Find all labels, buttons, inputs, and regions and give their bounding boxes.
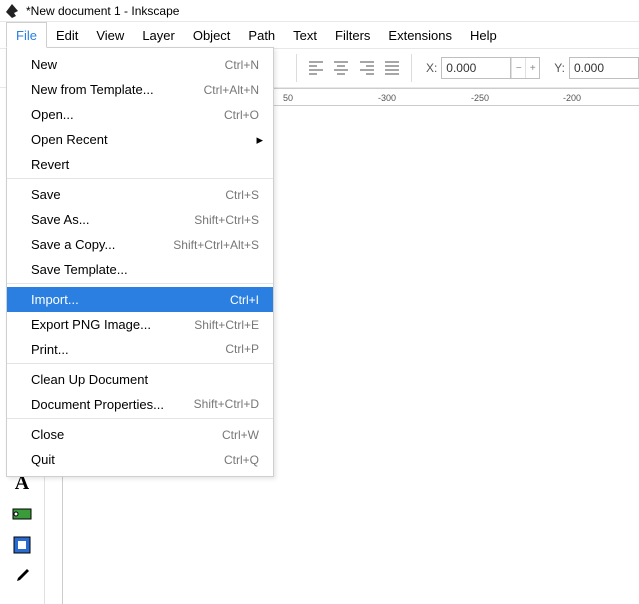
menu-item-accelerator: Shift+Ctrl+Alt+S bbox=[173, 238, 259, 252]
ruler-tick: 50 bbox=[283, 93, 293, 103]
align-center-button[interactable] bbox=[328, 54, 354, 82]
coord-x-label: X: bbox=[426, 61, 437, 75]
file-menu-item-clean-up-document[interactable]: Clean Up Document bbox=[7, 367, 273, 392]
menu-item-accelerator: Ctrl+Alt+N bbox=[204, 83, 259, 97]
menu-item-label: Close bbox=[31, 427, 222, 442]
plus-icon[interactable]: + bbox=[525, 58, 539, 78]
file-menu-item-close[interactable]: CloseCtrl+W bbox=[7, 422, 273, 447]
menu-extensions[interactable]: Extensions bbox=[379, 22, 461, 48]
file-menu-item-revert[interactable]: Revert bbox=[7, 152, 273, 179]
coord-x-input[interactable] bbox=[441, 57, 511, 79]
menu-item-accelerator: Ctrl+N bbox=[225, 58, 259, 72]
menu-item-label: Clean Up Document bbox=[31, 372, 259, 387]
file-menu-item-save[interactable]: SaveCtrl+S bbox=[7, 182, 273, 207]
file-menu-item-open-recent[interactable]: Open Recent▸ bbox=[7, 127, 273, 152]
align-right-button[interactable] bbox=[354, 54, 380, 82]
file-menu-item-new[interactable]: NewCtrl+N bbox=[7, 52, 273, 77]
coord-y-group: Y: bbox=[550, 57, 639, 79]
toolbar-separator bbox=[296, 54, 297, 82]
menu-object[interactable]: Object bbox=[184, 22, 240, 48]
menu-item-accelerator: Shift+Ctrl+S bbox=[194, 213, 259, 227]
window-title: *New document 1 - Inkscape bbox=[26, 4, 179, 18]
menu-view[interactable]: View bbox=[87, 22, 133, 48]
menu-item-label: Quit bbox=[31, 452, 224, 467]
toolbar-separator bbox=[411, 54, 412, 82]
menu-layer[interactable]: Layer bbox=[133, 22, 184, 48]
menu-item-label: Import... bbox=[31, 292, 230, 307]
menu-item-label: Save bbox=[31, 187, 225, 202]
menu-item-accelerator: Ctrl+W bbox=[222, 428, 259, 442]
menu-item-label: Open... bbox=[31, 107, 224, 122]
menu-item-label: Open Recent bbox=[31, 132, 259, 147]
gradient-tool[interactable] bbox=[3, 499, 41, 529]
menu-item-label: New bbox=[31, 57, 225, 72]
coord-y-input[interactable] bbox=[569, 57, 639, 79]
menu-item-accelerator: Ctrl+S bbox=[225, 188, 259, 202]
ruler-tick: -250 bbox=[471, 93, 489, 103]
menu-item-label: Save Template... bbox=[31, 262, 259, 277]
align-left-button[interactable] bbox=[303, 54, 329, 82]
menu-edit[interactable]: Edit bbox=[47, 22, 87, 48]
file-menu-item-save-as[interactable]: Save As...Shift+Ctrl+S bbox=[7, 207, 273, 232]
file-menu-item-export-png-image[interactable]: Export PNG Image...Shift+Ctrl+E bbox=[7, 312, 273, 337]
menu-item-accelerator: Ctrl+O bbox=[224, 108, 259, 122]
menu-item-label: Save a Copy... bbox=[31, 237, 173, 252]
file-menu-dropdown: NewCtrl+NNew from Template...Ctrl+Alt+NO… bbox=[6, 47, 274, 477]
menu-filters[interactable]: Filters bbox=[326, 22, 379, 48]
menu-item-accelerator: Shift+Ctrl+E bbox=[194, 318, 259, 332]
menu-item-label: Print... bbox=[31, 342, 225, 357]
menu-item-accelerator: Ctrl+I bbox=[230, 293, 259, 307]
file-menu-item-document-properties[interactable]: Document Properties...Shift+Ctrl+D bbox=[7, 392, 273, 419]
file-menu-item-open[interactable]: Open...Ctrl+O bbox=[7, 102, 273, 127]
ruler-tick: -200 bbox=[563, 93, 581, 103]
file-menu-item-new-from-template[interactable]: New from Template...Ctrl+Alt+N bbox=[7, 77, 273, 102]
align-justify-button[interactable] bbox=[380, 54, 406, 82]
file-menu-item-save-template[interactable]: Save Template... bbox=[7, 257, 273, 284]
chevron-right-icon: ▸ bbox=[256, 132, 263, 148]
inkscape-logo-icon bbox=[4, 3, 20, 19]
coord-x-spinner[interactable]: −+ bbox=[511, 57, 540, 79]
node-tool[interactable] bbox=[3, 530, 41, 560]
titlebar: *New document 1 - Inkscape bbox=[0, 0, 639, 22]
menu-item-accelerator: Ctrl+P bbox=[225, 342, 259, 356]
menu-item-label: Document Properties... bbox=[31, 397, 194, 412]
file-menu-item-print[interactable]: Print...Ctrl+P bbox=[7, 337, 273, 364]
menu-file[interactable]: File bbox=[6, 22, 47, 48]
menu-item-accelerator: Shift+Ctrl+D bbox=[194, 397, 259, 411]
menu-text[interactable]: Text bbox=[284, 22, 326, 48]
menu-path[interactable]: Path bbox=[239, 22, 284, 48]
ruler-tick: -300 bbox=[378, 93, 396, 103]
menu-item-label: Export PNG Image... bbox=[31, 317, 194, 332]
file-menu-item-quit[interactable]: QuitCtrl+Q bbox=[7, 447, 273, 472]
coord-x-group: X: −+ bbox=[422, 57, 540, 79]
menubar: File Edit View Layer Object Path Text Fi… bbox=[0, 22, 639, 48]
menu-item-label: New from Template... bbox=[31, 82, 204, 97]
menu-item-label: Save As... bbox=[31, 212, 194, 227]
coord-y-label: Y: bbox=[554, 61, 565, 75]
menu-item-accelerator: Ctrl+Q bbox=[224, 453, 259, 467]
menu-help[interactable]: Help bbox=[461, 22, 506, 48]
file-menu-item-save-a-copy[interactable]: Save a Copy...Shift+Ctrl+Alt+S bbox=[7, 232, 273, 257]
minus-icon[interactable]: − bbox=[511, 58, 525, 78]
file-menu-item-import[interactable]: Import...Ctrl+I bbox=[7, 287, 273, 312]
menu-item-label: Revert bbox=[31, 157, 259, 172]
dropper-tool[interactable] bbox=[3, 561, 41, 591]
